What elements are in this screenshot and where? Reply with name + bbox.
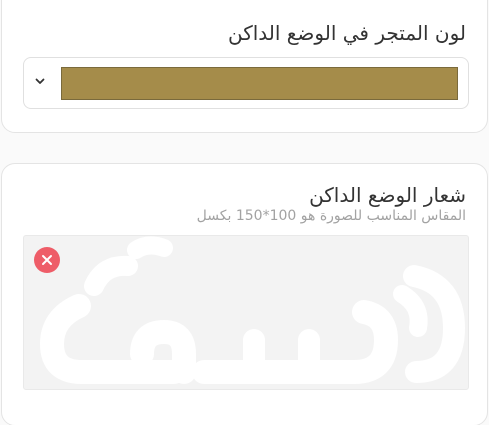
color-picker-select[interactable]	[23, 57, 469, 109]
dark-mode-color-card: لون المتجر في الوضع الداكن	[1, 0, 488, 133]
remove-logo-button[interactable]	[34, 247, 60, 273]
logo-size-hint: المقاس المناسب للصورة هو 100*150 بكسل	[196, 208, 466, 224]
chevron-down-icon[interactable]	[33, 74, 47, 88]
settings-page: لون المتجر في الوضع الداكن شعار الوضع ال…	[0, 0, 489, 425]
logo-upload-area[interactable]	[23, 235, 469, 390]
store-logo-image	[40, 236, 465, 384]
close-icon	[42, 255, 52, 265]
color-swatch[interactable]	[61, 67, 458, 100]
dark-mode-logo-card: شعار الوضع الداكن المقاس المناسب للصورة …	[1, 163, 488, 425]
dark-mode-logo-label: شعار الوضع الداكن	[309, 183, 466, 207]
dark-mode-color-label: لون المتجر في الوضع الداكن	[227, 21, 466, 45]
